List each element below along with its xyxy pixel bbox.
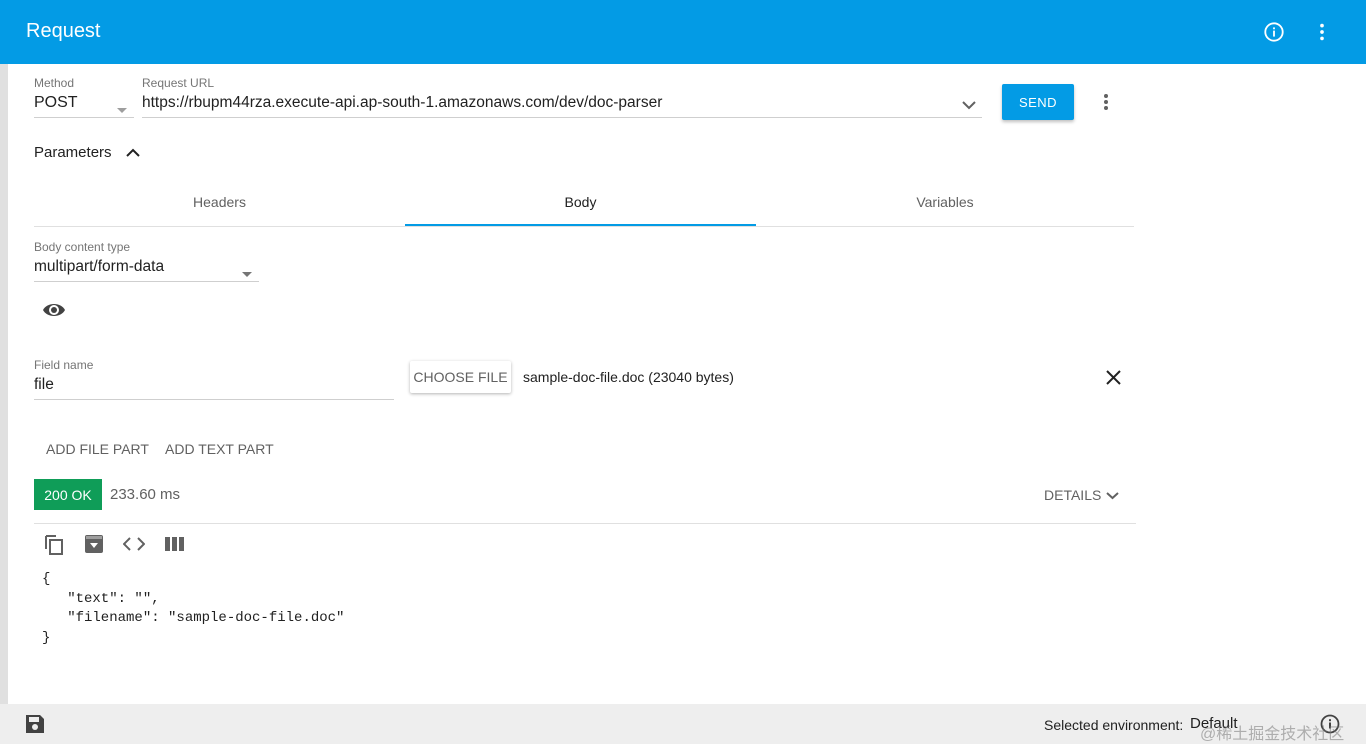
info-icon[interactable] [1260,18,1288,46]
active-tab-indicator [405,224,756,226]
body-content-type-value: multipart/form-data [34,258,165,275]
send-button[interactable]: SEND [1002,84,1074,120]
field-name-value: file [34,376,54,393]
method-label: Method [34,76,75,90]
code-line: } [42,629,51,646]
file-info: sample-doc-file.doc (23040 bytes) [523,369,734,385]
url-value: https://rbupm44rza.execute-api.ap-south-… [142,94,663,111]
more-vert-icon[interactable] [1308,18,1336,46]
body-content-type-label: Body content type [34,240,131,254]
code-line: "text": "", [42,590,160,607]
status-badge: 200 OK [34,479,102,510]
url-underline [142,117,982,118]
bottom-bar: Selected environment: Default @稀土掘金技术社区 [0,704,1366,744]
chevron-down-icon[interactable] [962,97,976,115]
chevron-up-icon [125,148,140,158]
method-value: POST [34,94,78,111]
tab-variables[interactable]: Variables [756,178,1134,226]
response-divider [34,523,1136,524]
choose-file-button[interactable]: CHOOSE FILE [410,361,511,393]
response-time: 233.60 ms [110,486,181,503]
tab-body[interactable]: Body [405,178,756,226]
columns-icon[interactable] [165,537,184,556]
download-icon[interactable] [84,534,104,559]
field-name-label: Field name [34,358,94,372]
parameters-label: Parameters [34,144,112,161]
details-toggle[interactable]: DETAILS [1044,487,1119,503]
parameters-toggle[interactable]: Parameters [34,144,140,161]
code-line: "filename": "sample-doc-file.doc" [42,610,345,626]
app-bar: Request [0,0,1366,64]
save-icon[interactable] [25,714,45,739]
chevron-down-icon [1106,491,1119,500]
copy-icon[interactable] [43,533,65,560]
left-edge-strip [0,64,8,704]
eye-icon[interactable] [42,300,66,325]
close-icon[interactable] [1105,369,1122,391]
code-icon[interactable] [122,536,146,557]
environment-label: Selected environment: [1044,717,1184,733]
body-content-type-underline [34,281,259,282]
code-line: { [42,571,51,587]
watermark: @稀土掘金技术社区 [1200,726,1345,743]
app-title: Request [26,20,101,42]
method-underline [34,117,134,118]
details-label: DETAILS [1044,487,1102,503]
tab-headers[interactable]: Headers [34,178,405,226]
more-vert-icon[interactable] [1096,90,1116,114]
field-name-underline [34,399,394,400]
add-text-part-button[interactable]: ADD TEXT PART [165,441,274,457]
url-label: Request URL [142,76,215,90]
response-body: { "text": "", "filename": "sample-doc-fi… [42,570,344,648]
add-file-part-button[interactable]: ADD FILE PART [46,441,149,457]
parameters-tabs: Headers Body Variables [34,178,1134,227]
